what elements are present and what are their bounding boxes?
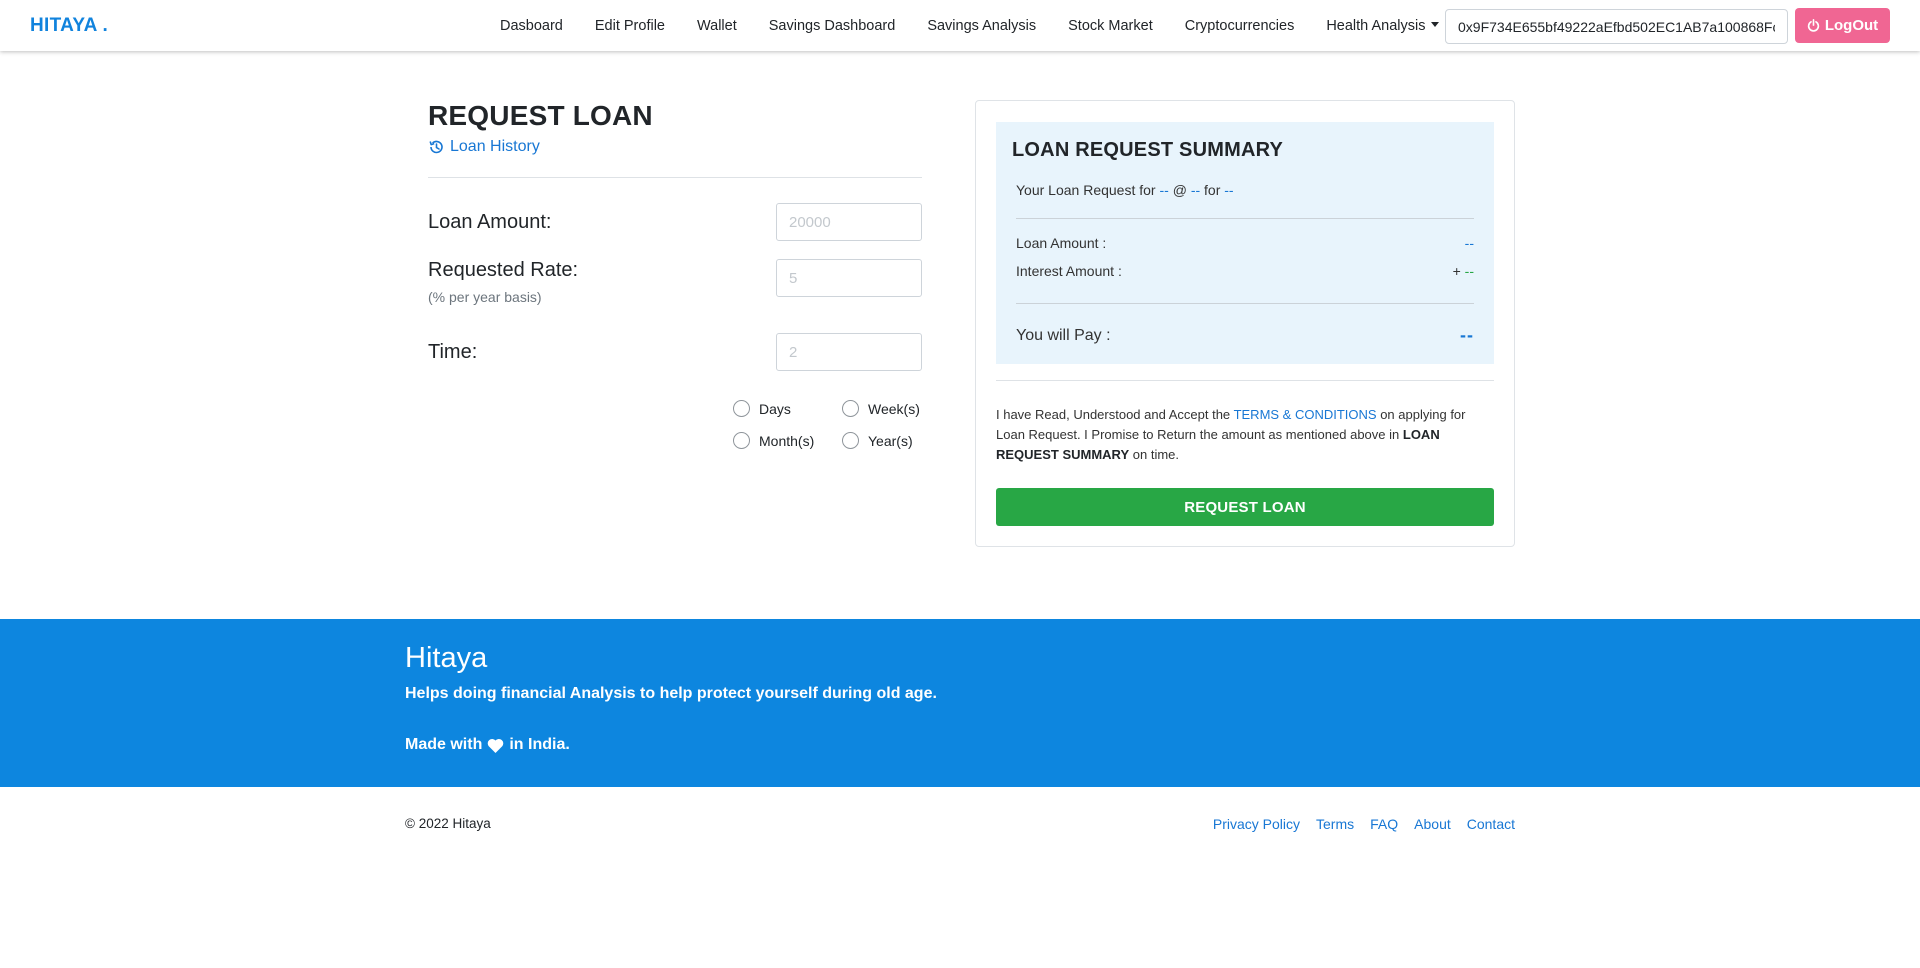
summary-divider [1016,303,1474,304]
terms-text-1: I have Read, Understood and Accept the [996,407,1231,422]
summary-interest-label: Interest Amount : [1016,263,1122,279]
summary-interest-value-wrap: + -- [1453,263,1474,279]
footer-link-contact[interactable]: Contact [1467,816,1515,832]
radio-circle[interactable] [842,432,859,449]
summary-interest-row: Interest Amount : + -- [1016,263,1474,279]
request-loan-header: REQUEST LOAN Loan History [428,100,922,156]
radio-months-label: Month(s) [759,432,815,449]
summary-title: LOAN REQUEST SUMMARY [1012,139,1284,161]
nav-stock-market[interactable]: Stock Market [1068,18,1153,34]
radio-months[interactable]: Month(s) [733,432,814,449]
nav-savings-analysis[interactable]: Savings Analysis [927,18,1036,34]
nav-links: Dasboard Edit Profile Wallet Savings Das… [484,0,1455,51]
footer-made-with: Made with in India. [405,736,570,754]
summary-divider [1016,218,1474,219]
nav-health-analysis-label: Health Analysis [1326,17,1426,34]
rate-basis-note: (% per year basis) [428,289,542,305]
radio-years-label: Year(s) [868,432,913,449]
footer-tagline: Helps doing financial Analysis to help p… [405,685,937,702]
radio-circle[interactable] [842,400,859,417]
heart-icon [488,738,504,753]
nav-cryptocurrencies[interactable]: Cryptocurrencies [1185,18,1295,34]
summary-line-rate: -- [1190,182,1201,198]
radio-days-label: Days [759,400,791,417]
logout-label: LogOut [1824,17,1879,34]
summary-request-line: Your Loan Request for -- @ -- for -- [1016,182,1234,198]
radio-days[interactable]: Days [733,400,791,417]
loan-summary-card: LOAN REQUEST SUMMARY Your Loan Request f… [975,100,1515,547]
summary-pay-value: -- [1460,325,1474,345]
radio-weeks-label: Week(s) [868,400,920,417]
radio-years[interactable]: Year(s) [842,432,913,449]
logout-button[interactable]: LogOut [1795,8,1890,43]
terms-text-3: on time. [1132,447,1180,462]
footer-link-about[interactable]: About [1414,816,1451,832]
loan-amount-input[interactable] [776,203,922,241]
nav-edit-profile[interactable]: Edit Profile [595,18,665,34]
divider [428,177,922,178]
request-loan-button[interactable]: REQUEST LOAN [996,488,1494,526]
radio-weeks[interactable]: Week(s) [842,400,920,417]
terms-conditions-link[interactable]: TERMS & CONDITIONS [1234,407,1377,422]
caret-down-icon [1431,21,1440,27]
history-icon [429,140,443,154]
summary-line-amount: -- [1159,182,1169,198]
summary-loan-amount-label: Loan Amount : [1016,235,1107,251]
navbar: HITAYA . Dasboard Edit Profile Wallet Sa… [0,0,1920,51]
nav-wallet[interactable]: Wallet [697,18,737,34]
loan-history-label: Loan History [450,138,540,155]
footer-title: Hitaya [405,642,488,674]
footer-made-suffix: in India. [509,736,570,753]
loan-amount-label: Loan Amount: [428,211,552,233]
footer-made-prefix: Made with [405,736,483,753]
summary-line-for: for [1204,182,1221,198]
time-label: Time: [428,341,478,363]
summary-line-prefix: Your Loan Request for [1016,182,1156,198]
time-input[interactable] [776,333,922,371]
summary-loan-amount-value: -- [1464,235,1474,251]
footer-links: Privacy Policy Terms FAQ About Contact [1213,816,1515,832]
footer-band: Hitaya Helps doing financial Analysis to… [0,619,1920,787]
requested-rate-label: Requested Rate: [428,259,579,281]
power-icon [1807,19,1819,32]
summary-line-time: -- [1224,182,1234,198]
copyright: © 2022 Hitaya [405,816,491,831]
nav-dashboard[interactable]: Dasboard [500,18,563,34]
loan-history-link[interactable]: Loan History [428,138,922,156]
loan-request-summary: LOAN REQUEST SUMMARY Your Loan Request f… [996,122,1494,364]
radio-circle[interactable] [733,432,750,449]
wallet-address-field[interactable] [1445,9,1788,44]
summary-interest-value: -- [1464,263,1474,279]
terms-acceptance-text: I have Read, Understood and Accept the T… [996,405,1496,465]
footer-link-faq[interactable]: FAQ [1370,816,1398,832]
summary-loan-amount-row: Loan Amount : -- [1016,235,1474,251]
radio-circle[interactable] [733,400,750,417]
summary-line-at: @ [1172,182,1187,198]
brand-logo[interactable]: HITAYA . [30,15,108,37]
summary-interest-plus: + [1452,263,1461,279]
nav-health-analysis-dropdown[interactable]: Health Analysis [1326,17,1440,34]
footer-link-privacy-policy[interactable]: Privacy Policy [1213,816,1300,832]
card-divider [996,380,1494,381]
requested-rate-input[interactable] [776,259,922,297]
summary-pay-row: You will Pay : -- [1016,325,1474,346]
summary-pay-label: You will Pay : [1016,326,1111,344]
nav-savings-dashboard[interactable]: Savings Dashboard [769,18,896,34]
footer-link-terms[interactable]: Terms [1316,816,1354,832]
page-title: REQUEST LOAN [428,100,653,131]
